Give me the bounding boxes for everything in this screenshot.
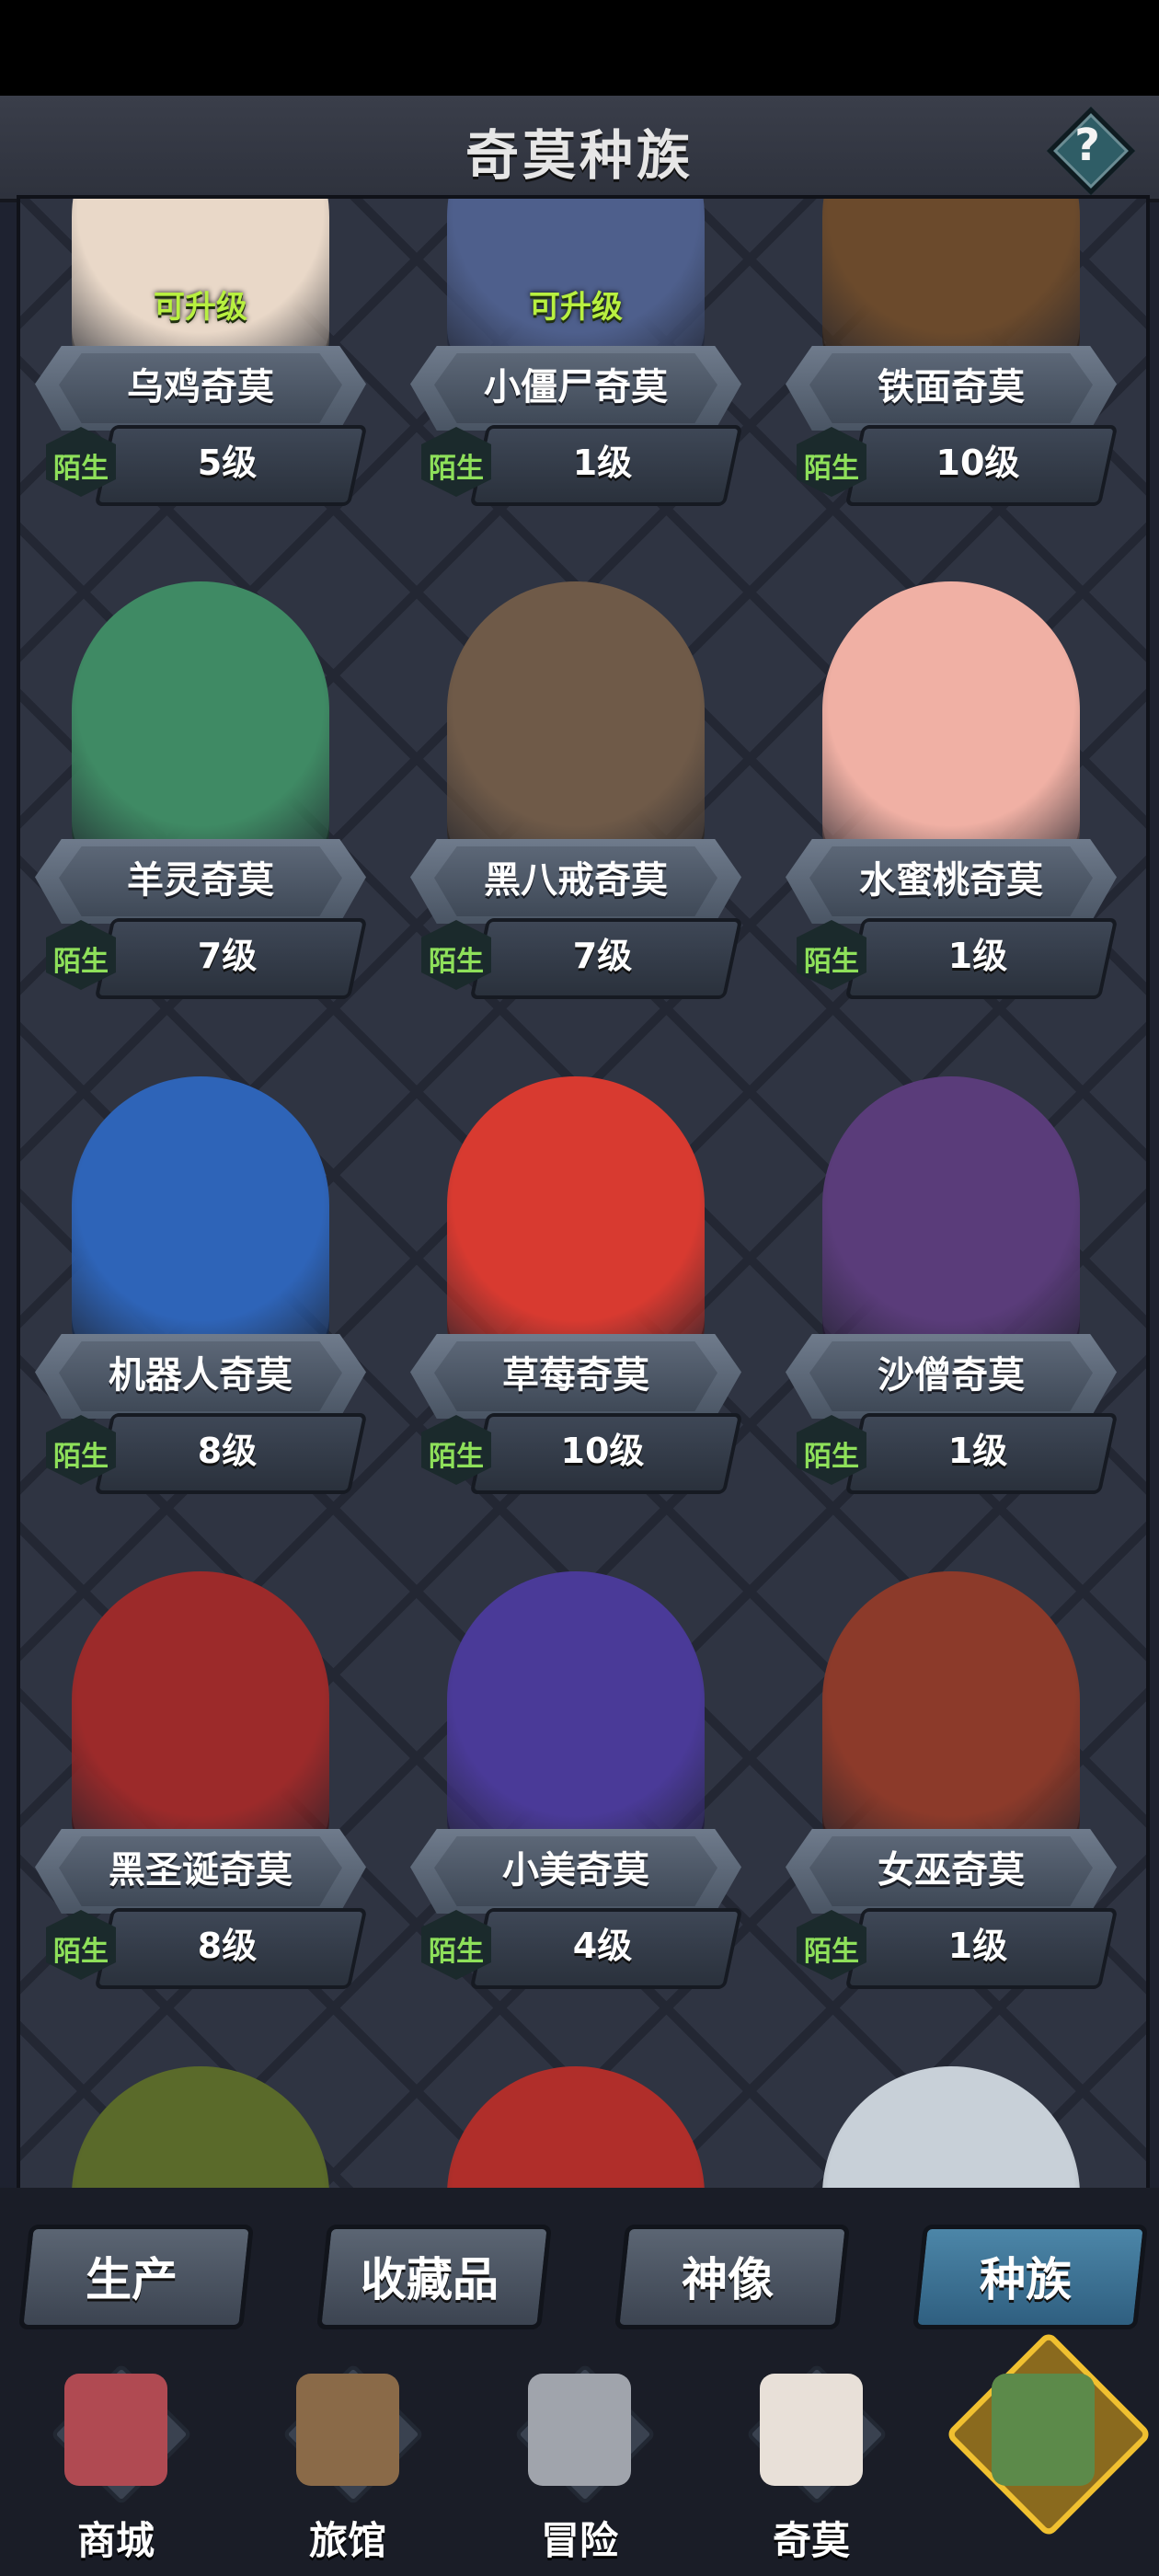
species-level: 8级 [197, 1926, 258, 1966]
species-card-partial[interactable] [26, 2048, 375, 2188]
species-level: 5级 [197, 443, 258, 483]
nav-adventure[interactable]: 冒险 [478, 2355, 681, 2576]
upgrade-available-label: 可升级 [529, 289, 623, 326]
species-name: 黑八戒奇莫 [484, 859, 668, 902]
species-card-partial[interactable] [401, 2048, 751, 2188]
header: 奇莫种族 ? [0, 96, 1159, 202]
nav-shop[interactable]: 商城 [15, 2355, 217, 2576]
qimo-art [760, 2374, 863, 2486]
adventure-art [528, 2374, 631, 2486]
nav-adventure-label: 冒险 [540, 2518, 618, 2563]
tab-collectibles-label: 收藏品 [361, 2253, 499, 2306]
question-mark-icon: ? [1074, 120, 1100, 171]
species-card[interactable]: 黑圣诞奇莫 8级 陌生 [26, 1553, 375, 2031]
species-name: 小美奇莫 [502, 1849, 649, 1892]
status-bar [0, 0, 1159, 96]
species-card[interactable]: 水蜜桃奇莫 1级 陌生 [776, 563, 1126, 1041]
species-level: 8级 [197, 1431, 258, 1471]
species-name: 沙僧奇莫 [878, 1354, 1025, 1397]
species-level: 7级 [572, 936, 633, 976]
relation-badge: 陌生 [46, 920, 116, 990]
species-name: 草莓奇莫 [502, 1354, 649, 1397]
relation-badge: 陌生 [46, 427, 116, 497]
shop-art [64, 2374, 167, 2486]
tab-statues-label: 神像 [682, 2253, 774, 2306]
relation-label: 陌生 [804, 1936, 859, 1968]
relation-badge: 陌生 [797, 920, 866, 990]
species-name: 女巫奇莫 [878, 1849, 1025, 1892]
relation-badge: 陌生 [797, 427, 866, 497]
species-level: 1级 [947, 1926, 1008, 1966]
nav-shop-label: 商城 [76, 2518, 155, 2563]
species-card-partial[interactable] [776, 2048, 1126, 2188]
relation-label: 陌生 [804, 946, 859, 978]
species-name: 乌鸡奇莫 [127, 366, 274, 408]
relation-badge: 陌生 [797, 1415, 866, 1485]
relation-label: 陌生 [429, 946, 484, 978]
species-grid[interactable]: 可升级 乌鸡奇莫 5级 陌生 可升级 小僵尸奇莫 1级 陌生 铁面奇莫 10级 陌生 羊灵奇莫 7级 陌生… [17, 195, 1150, 2191]
tab-species-label: 种族 [980, 2253, 1072, 2306]
species-name: 黑圣诞奇莫 [109, 1849, 293, 1892]
species-name: 铁面奇莫 [878, 366, 1025, 408]
species-level: 1级 [947, 1431, 1008, 1471]
species-level: 1级 [572, 443, 633, 483]
species-card[interactable]: 可升级小僵尸奇莫 1级 陌生 [401, 199, 751, 548]
species-portrait [822, 2066, 1080, 2188]
nav-inn[interactable]: 旅馆 [247, 2355, 449, 2576]
nav-inn-label: 旅馆 [308, 2518, 386, 2563]
species-name: 机器人奇莫 [109, 1354, 293, 1397]
species-level: 7级 [197, 936, 258, 976]
species-card[interactable]: 羊灵奇莫 7级 陌生 [26, 563, 375, 1041]
species-card[interactable]: 沙僧奇莫 1级 陌生 [776, 1058, 1126, 1536]
island-art [992, 2374, 1095, 2486]
help-button[interactable]: ? [1046, 106, 1136, 196]
relation-badge: 陌生 [797, 1910, 866, 1980]
relation-badge: 陌生 [421, 1415, 491, 1485]
upgrade-available-label: 可升级 [154, 289, 247, 326]
relation-badge: 陌生 [46, 1910, 116, 1980]
relation-label: 陌生 [53, 1441, 109, 1473]
species-card[interactable]: 草莓奇莫 10级 陌生 [401, 1058, 751, 1536]
species-card[interactable]: 铁面奇莫 10级 陌生 [776, 199, 1126, 548]
relation-badge: 陌生 [46, 1415, 116, 1485]
inn-art [296, 2374, 399, 2486]
relation-label: 陌生 [53, 946, 109, 978]
nav-qimo-label: 奇莫 [772, 2518, 850, 2563]
species-card[interactable]: 黑八戒奇莫 7级 陌生 [401, 563, 751, 1041]
relation-badge: 陌生 [421, 920, 491, 990]
species-name: 羊灵奇莫 [127, 859, 274, 902]
tab-production-label: 生产 [86, 2253, 178, 2306]
relation-badge: 陌生 [421, 427, 491, 497]
relation-label: 陌生 [429, 1441, 484, 1473]
relation-label: 陌生 [429, 1936, 484, 1968]
species-card[interactable]: 机器人奇莫 8级 陌生 [26, 1058, 375, 1536]
nav-qimo[interactable]: 奇莫 [710, 2355, 912, 2576]
relation-badge: 陌生 [421, 1910, 491, 1980]
page-title: 奇莫种族 [465, 124, 694, 187]
relation-label: 陌生 [53, 1936, 109, 1968]
species-portrait [447, 2066, 705, 2188]
species-name: 水蜜桃奇莫 [859, 859, 1043, 902]
species-card[interactable]: 女巫奇莫 1级 陌生 [776, 1553, 1126, 2031]
relation-label: 陌生 [804, 1441, 859, 1473]
species-card[interactable]: 小美奇莫 4级 陌生 [401, 1553, 751, 2031]
nav-island[interactable] [942, 2330, 1153, 2576]
relation-label: 陌生 [53, 453, 109, 485]
relation-label: 陌生 [804, 453, 859, 485]
species-level: 1级 [947, 936, 1008, 976]
species-name: 小僵尸奇莫 [484, 366, 668, 408]
species-level: 10级 [935, 443, 1020, 483]
species-card[interactable]: 可升级乌鸡奇莫 5级 陌生 [26, 199, 375, 548]
species-level: 10级 [560, 1431, 645, 1471]
species-portrait [72, 2066, 329, 2188]
species-level: 4级 [572, 1926, 633, 1966]
relation-label: 陌生 [429, 453, 484, 485]
